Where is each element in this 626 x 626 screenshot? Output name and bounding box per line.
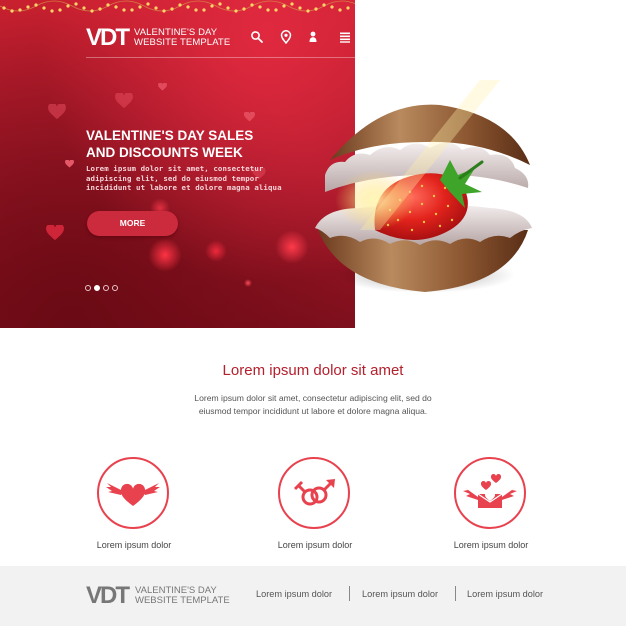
footer: VDT VALENTINE'S DAY WEBSITE TEMPLATE Lor… [0,566,626,626]
footer-logo-mark[interactable]: VDT [86,584,130,608]
feature-item[interactable]: Lorem ipsum dolor [74,457,194,557]
feature-label: Lorem ipsum dolor [96,540,172,550]
hero-title-line1: VALENTINE'S DAY SALES [86,128,254,143]
heart-decoration [115,93,133,109]
slider-dot-2[interactable] [94,285,100,291]
slider-dot-4[interactable] [112,285,118,291]
bokeh-light [148,238,182,272]
nav-divider [86,57,355,58]
gender-symbols-icon [293,479,335,506]
feature-label: Lorem ipsum dolor [277,540,353,550]
menu-list-icon[interactable] [338,30,352,44]
section-description: Lorem ipsum dolor sit amet, consectetur … [0,392,626,418]
garland-lights-decoration [0,0,355,13]
footer-link-1[interactable]: Lorem ipsum dolor [256,589,332,599]
slider-dot-1[interactable] [85,285,91,291]
section-desc-line1: Lorem ipsum dolor sit amet, consectetur … [194,393,432,403]
hero-desc-line1: Lorem ipsum dolor sit amet, consectetur [86,164,264,173]
footer-link-2[interactable]: Lorem ipsum dolor [362,589,438,599]
hero-title-line2: AND DISCOUNTS WEEK [86,145,243,160]
footer-divider [455,586,456,601]
user-icon[interactable] [306,30,320,44]
nav-icons [250,30,355,46]
slider-dot-3[interactable] [103,285,109,291]
top-nav: VDT VALENTINE'S DAY WEBSITE TEMPLATE [86,26,355,50]
feature-item[interactable]: Lorem ipsum dolor [431,457,551,557]
strawberry-shell-image [315,80,532,293]
footer-divider [349,586,350,601]
hero-title: VALENTINE'S DAY SALES AND DISCOUNTS WEEK [86,127,286,161]
footer-logo-line2: WEBSITE TEMPLATE [135,595,230,606]
feature-icon-circle [454,457,526,529]
feature-item[interactable]: Lorem ipsum dolor [255,457,375,557]
search-icon[interactable] [250,30,264,44]
heart-decoration [48,104,66,120]
feature-label: Lorem ipsum dolor [453,540,529,550]
logo-line2: WEBSITE TEMPLATE [134,37,231,48]
bokeh-light [244,279,252,287]
heart-decoration [158,83,167,91]
love-letter-icon [463,473,517,508]
feature-icon-circle [97,457,169,529]
winged-heart-icon [106,483,160,506]
hero-desc-line2: adipiscing elit, sed do eiusmod tempor [86,173,259,183]
bokeh-light [205,240,227,262]
heart-decoration [46,225,64,241]
logo-mark[interactable]: VDT [86,26,130,50]
heart-decoration [244,112,255,122]
more-button[interactable]: MORE [87,211,178,236]
footer-link-3[interactable]: Lorem ipsum dolor [467,589,543,599]
section-desc-line2: eiusmod tempor incididunt ut labore et d… [198,406,428,416]
hero-description: Lorem ipsum dolor sit amet, consectetur … [86,164,286,193]
heart-decoration [65,160,74,168]
section-title: Lorem ipsum dolor sit amet [222,362,404,379]
feature-icon-circle [278,457,350,529]
footer-logo-text: VALENTINE'S DAY WEBSITE TEMPLATE [135,586,230,606]
hero-desc-line3: incididunt ut labore et dolore magna ali… [86,183,282,192]
logo-text: VALENTINE'S DAY WEBSITE TEMPLATE [134,28,230,48]
location-pin-icon[interactable] [279,30,293,44]
